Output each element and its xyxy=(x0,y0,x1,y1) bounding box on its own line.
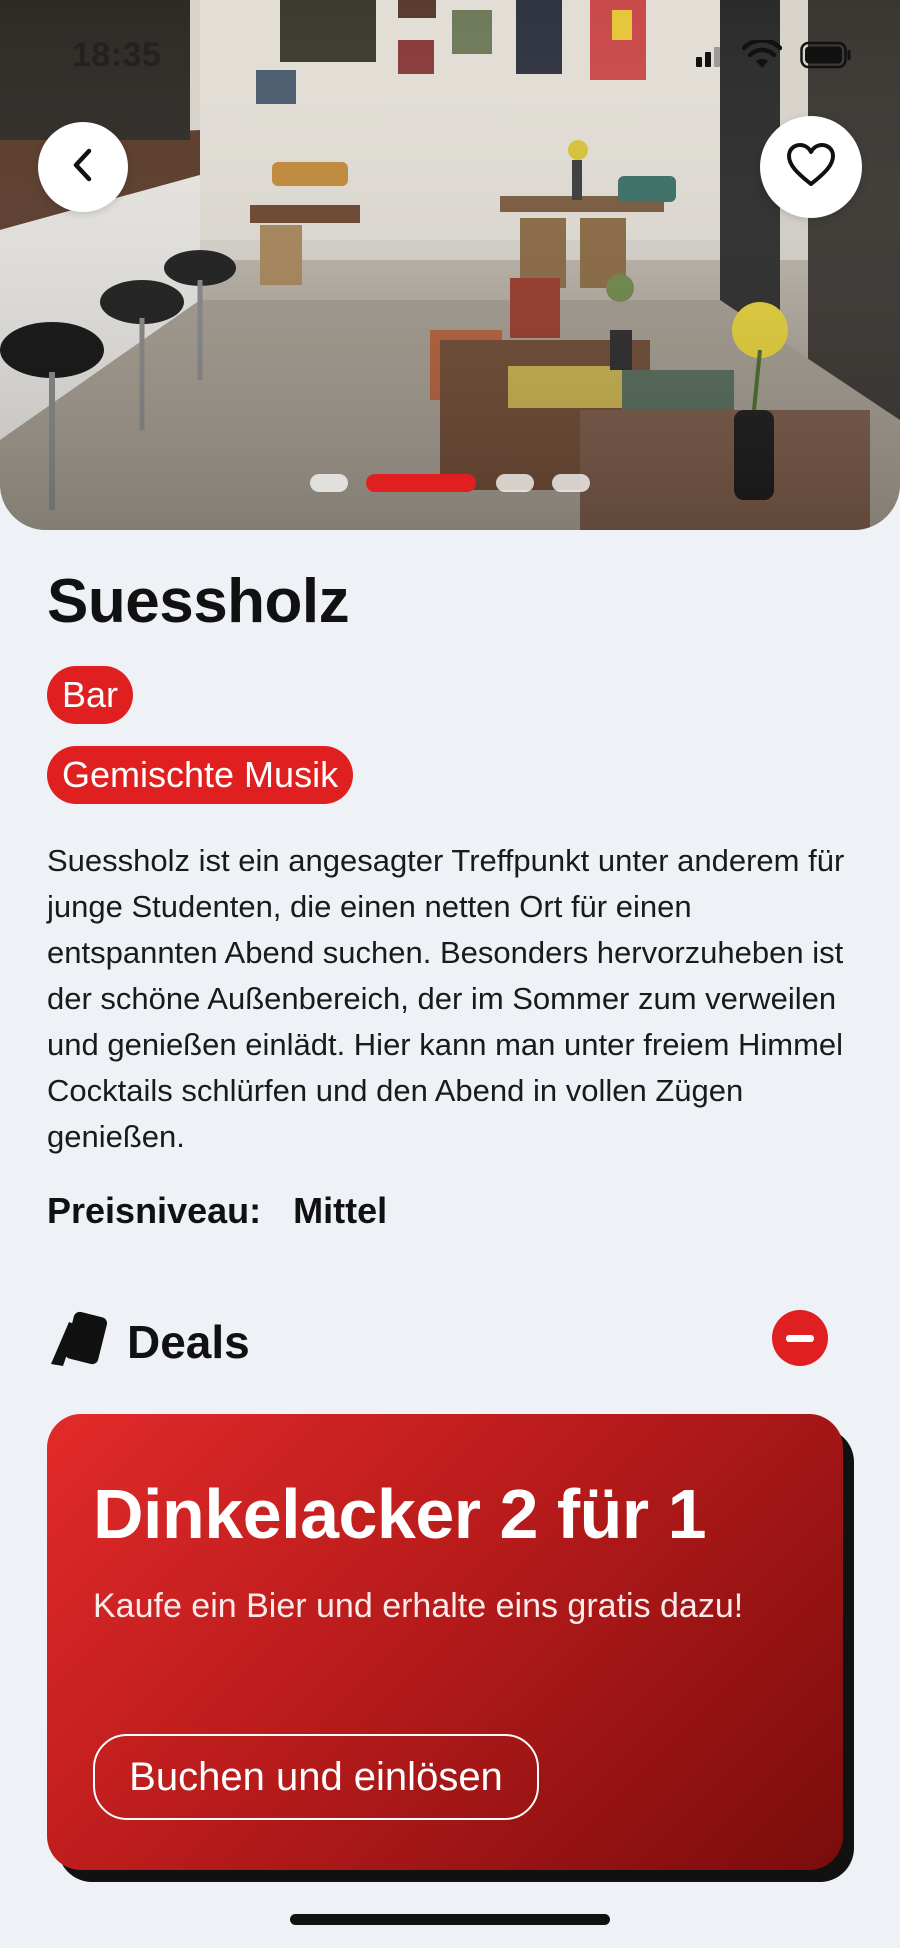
tag-chip: Gemischte Musik xyxy=(47,746,354,804)
status-time: 18:35 xyxy=(72,36,162,74)
carousel-dot[interactable] xyxy=(310,474,348,492)
battery-icon xyxy=(800,41,852,74)
heart-outline-icon xyxy=(785,142,837,193)
venue-title: Suessholz xyxy=(47,567,350,636)
book-redeem-button[interactable]: Buchen und einlösen xyxy=(93,1734,539,1820)
minus-circle-icon xyxy=(786,1334,814,1342)
venue-description: Suessholz ist ein angesagter Treffpunkt … xyxy=(47,843,845,1154)
price-level: Preisniveau: Mittel xyxy=(47,1190,387,1232)
price-value: Mittel xyxy=(293,1190,388,1231)
signal-icon xyxy=(694,43,724,72)
carousel-dot[interactable] xyxy=(552,474,590,492)
deal-title: Dinkelacker 2 für 1 xyxy=(93,1475,707,1553)
deals-title: Deals xyxy=(127,1315,250,1368)
back-button[interactable] xyxy=(38,122,128,212)
carousel-dot[interactable] xyxy=(496,474,534,492)
home-indicator[interactable] xyxy=(290,1914,610,1925)
collapse-deals-button[interactable] xyxy=(772,1310,828,1366)
cards-icon xyxy=(47,1308,113,1375)
deals-header: Deals xyxy=(47,1308,250,1375)
favorite-button[interactable] xyxy=(760,116,862,218)
carousel-dot-active[interactable] xyxy=(366,474,476,492)
status-bar: 18:35 xyxy=(0,0,900,110)
price-label: Preisniveau: xyxy=(47,1190,262,1231)
hero-image[interactable]: 18:35 xyxy=(0,0,900,530)
carousel-indicator xyxy=(0,474,900,494)
chevron-left-icon xyxy=(68,145,98,190)
deal-description: Kaufe ein Bier und erhalte eins gratis d… xyxy=(93,1587,744,1625)
deal-card: Dinkelacker 2 für 1 Kaufe ein Bier und e… xyxy=(47,1414,843,1870)
tag-chip: Bar xyxy=(47,666,134,724)
wifi-icon xyxy=(741,38,783,75)
